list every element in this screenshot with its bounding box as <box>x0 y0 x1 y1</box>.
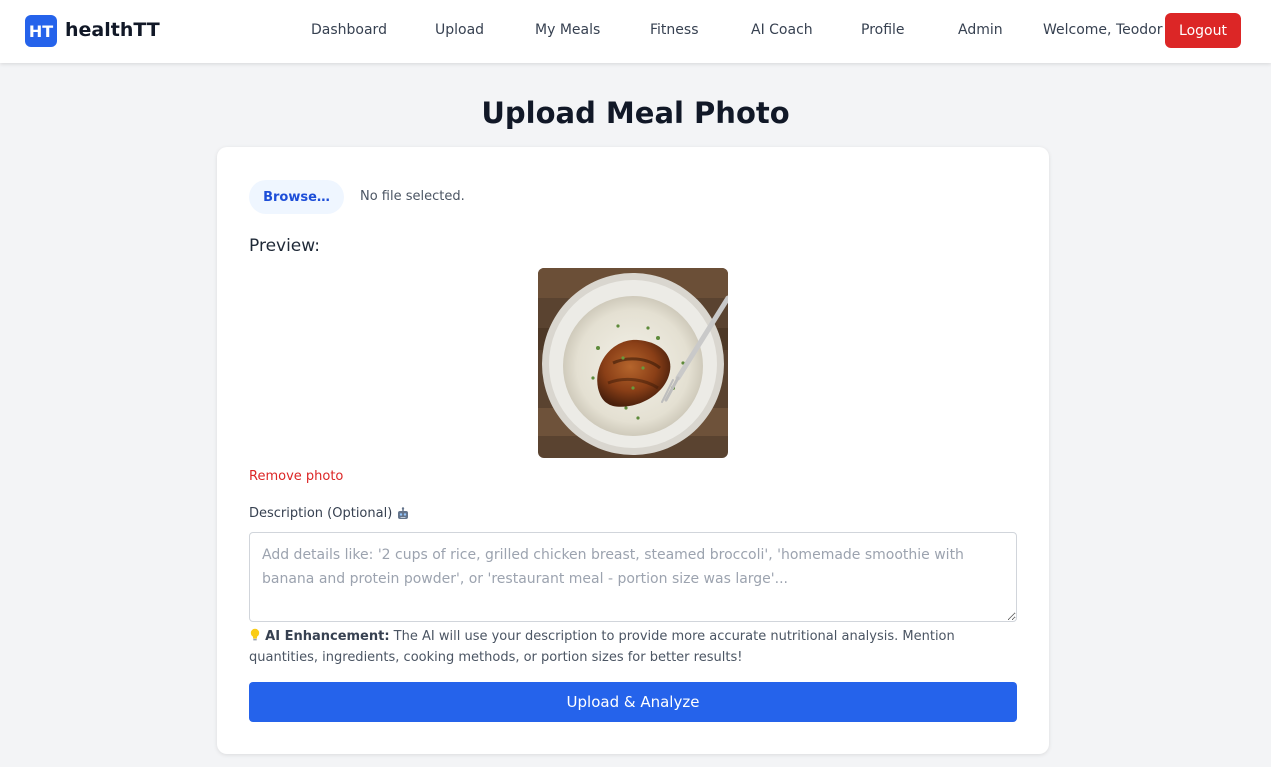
nav-dashboard[interactable]: Dashboard <box>311 22 387 38</box>
upload-card: Browse… No file selected. Preview: Remov… <box>217 147 1049 754</box>
nav-ai-coach[interactable]: AI Coach <box>751 22 813 38</box>
nav-profile[interactable]: Profile <box>861 22 905 38</box>
file-status: No file selected. <box>360 189 465 204</box>
preview-label: Preview: <box>249 236 320 256</box>
page-title: Upload Meal Photo <box>481 96 790 130</box>
description-label-text: Description (Optional) <box>249 506 393 521</box>
upload-analyze-button[interactable]: Upload & Analyze <box>249 682 1017 722</box>
hint-title: AI Enhancement: <box>265 629 390 644</box>
logo-mark[interactable]: HT <box>25 15 57 47</box>
lightbulb-icon <box>249 628 261 648</box>
meal-preview-image <box>538 268 728 458</box>
description-textarea[interactable] <box>249 532 1017 622</box>
description-label: Description (Optional) <box>249 506 410 521</box>
nav-fitness[interactable]: Fitness <box>650 22 699 38</box>
browse-button[interactable]: Browse… <box>249 180 344 214</box>
logout-button[interactable]: Logout <box>1165 13 1241 48</box>
nav-my-meals[interactable]: My Meals <box>535 22 600 38</box>
nav-upload[interactable]: Upload <box>435 22 484 38</box>
robot-icon <box>396 506 410 521</box>
nav-admin[interactable]: Admin <box>958 22 1003 38</box>
top-navbar: HT healthTT Dashboard Upload My Meals Fi… <box>0 0 1271 63</box>
logo-text[interactable]: healthTT <box>65 19 160 41</box>
ai-enhancement-hint: AI Enhancement: The AI will use your des… <box>249 627 1019 668</box>
welcome-text: Welcome, Teodor <box>1043 22 1163 38</box>
remove-photo-link[interactable]: Remove photo <box>249 469 343 484</box>
